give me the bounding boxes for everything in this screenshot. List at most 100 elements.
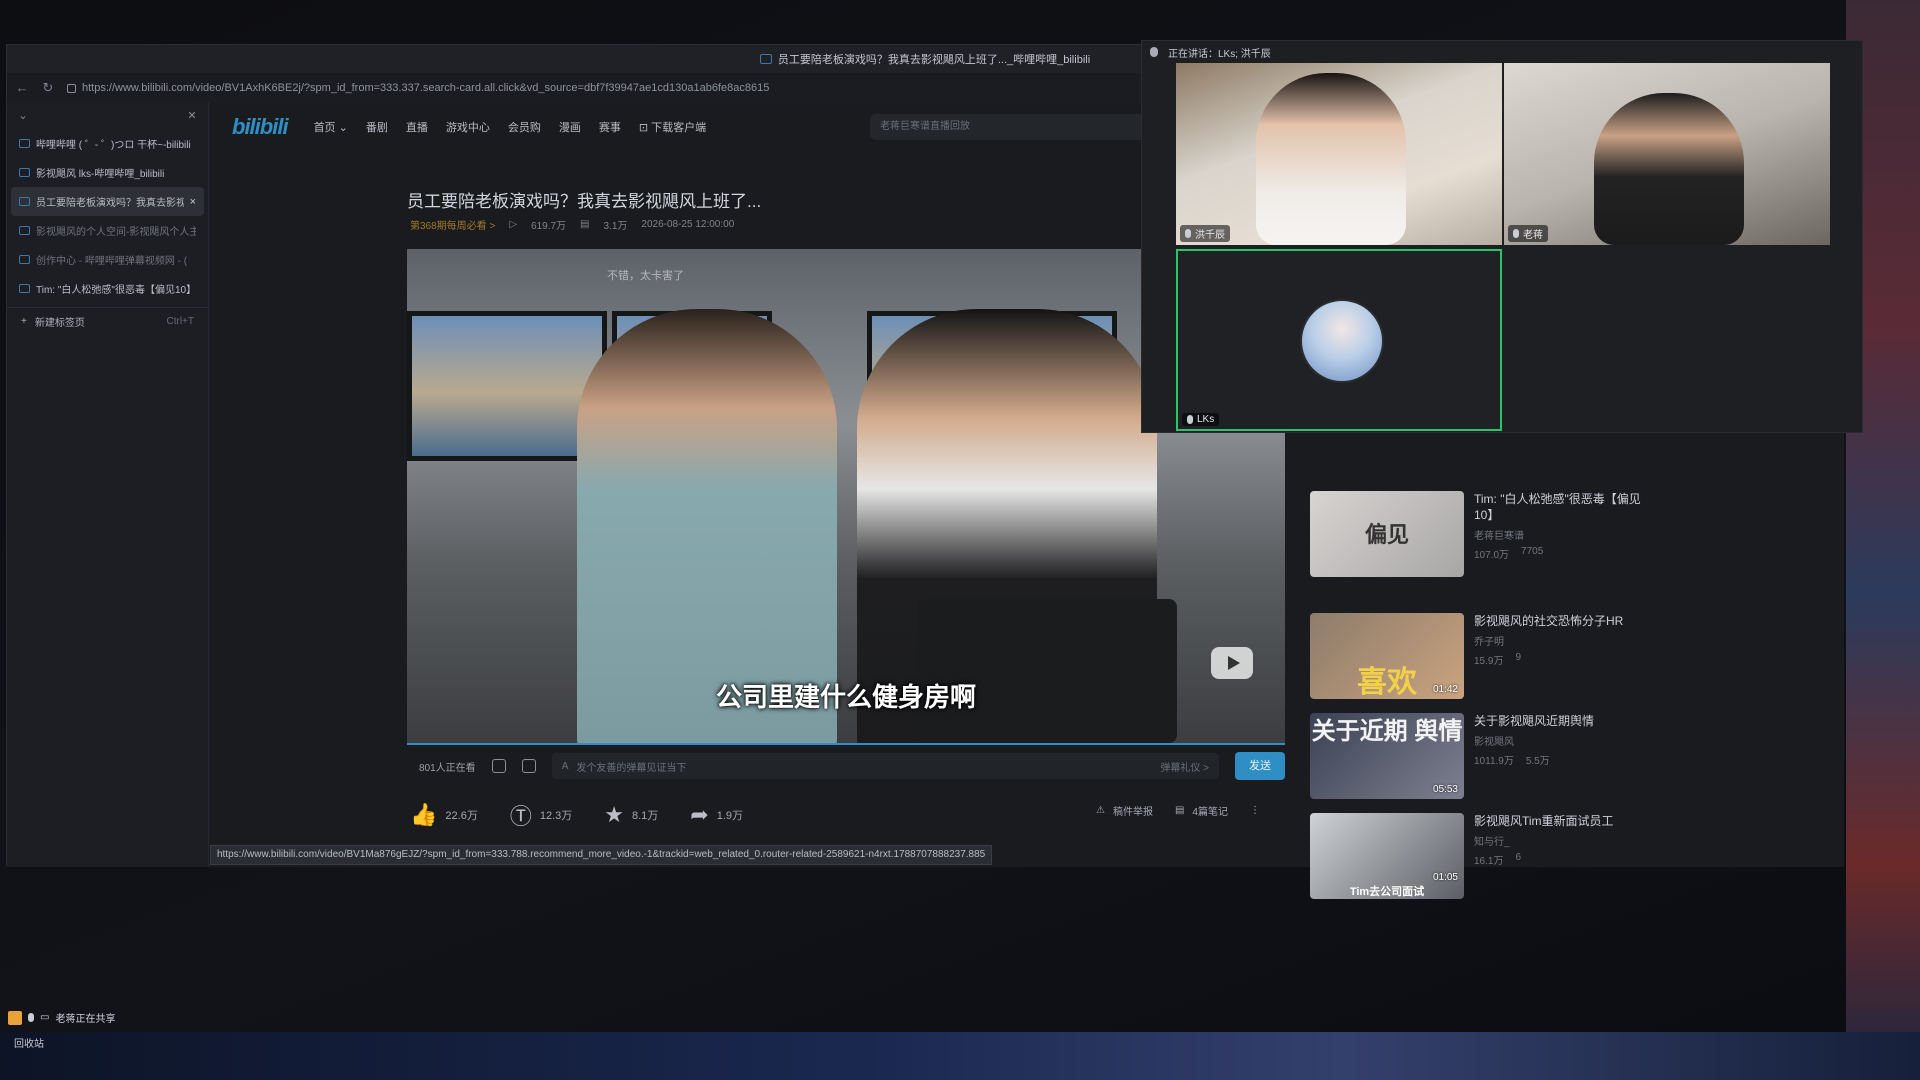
more-icon[interactable]: ⋮ — [1250, 805, 1260, 816]
microphone-icon — [28, 1013, 34, 1022]
fav-count: 8.1万 — [632, 810, 659, 822]
notes-button[interactable]: ▤ 4篇笔记 — [1175, 803, 1228, 818]
tab-label: 影视飓风 lks-哔哩哔哩_bilibili — [36, 169, 165, 180]
rec-thumbnail[interactable]: Tim去公司面试 01:05 — [1310, 813, 1464, 899]
font-a-icon[interactable]: A — [562, 761, 569, 772]
tab-label: 创作中心 - 哔哩哔哩弹幕视频网 - ( — [36, 256, 188, 267]
tv-icon — [19, 226, 30, 235]
danmu-message: 不错，太卡害了 — [607, 270, 684, 282]
rec-views: 107.0万 — [1474, 550, 1510, 561]
rec-item[interactable]: 喜欢 01:42 影视飓风的社交恐怖分子HR 乔子明 15.9万 9 — [1310, 613, 1644, 699]
like-button[interactable]: 👍 22.6万 — [410, 802, 478, 828]
rec-duration: 01:05 — [1432, 872, 1458, 883]
danmu-placeholder: 发个友善的弹幕见证当下 — [576, 762, 687, 774]
nav-live[interactable]: 直播 — [406, 119, 428, 135]
tab-item[interactable]: 创作中心 - 哔哩哔哩弹幕视频网 - ( — [11, 245, 204, 274]
participant-name: 洪千辰 — [1180, 225, 1230, 242]
rec-thumbnail[interactable]: 喜欢 01:42 — [1310, 613, 1464, 699]
laptop — [917, 599, 1177, 743]
participant-tile[interactable]: 老蒋 — [1504, 63, 1830, 245]
nav-mall[interactable]: 会员购 — [508, 119, 541, 135]
participant-name-text: 洪千辰 — [1195, 230, 1225, 241]
rec-item[interactable]: 偏见 Tim: "白人松弛感"很恶毒【偏见10】 老蒋巨寒谱 107.0万 770… — [1310, 491, 1644, 577]
coin-count: 12.3万 — [539, 810, 573, 822]
rec-thumbnail[interactable]: 偏见 — [1310, 491, 1464, 577]
rec-title[interactable]: 影视飓风Tim重新面试员工 — [1474, 813, 1644, 829]
participant-video — [1256, 73, 1406, 245]
close-tab-icon[interactable]: × — [190, 196, 196, 208]
rec-title[interactable]: 影视飓风的社交恐怖分子HR — [1474, 613, 1644, 629]
report-button[interactable]: ⚠ 稿件举报 — [1096, 803, 1153, 818]
url-field[interactable]: https://www.bilibili.com/video/BV1AxhK6B… — [67, 82, 769, 94]
report-label: 稿件举报 — [1112, 807, 1153, 818]
pin-icon[interactable]: ✕ — [186, 110, 198, 122]
speaking-indicator: 正在讲话：LKs; 洪千辰 — [1168, 48, 1271, 60]
favorite-button[interactable]: ★ 8.1万 — [604, 802, 658, 828]
rec-title[interactable]: Tim: "白人松弛感"很恶毒【偏见10】 — [1474, 491, 1644, 523]
recycle-bin-label[interactable]: 回收站 — [14, 1035, 44, 1050]
back-icon[interactable]: ← — [15, 81, 29, 95]
rec-uploader[interactable]: 知与行_ — [1474, 833, 1644, 848]
share-indicator[interactable]: ▭ 老蒋正在共享 — [8, 1010, 115, 1025]
nav-anime[interactable]: 番剧 — [366, 119, 388, 135]
weekly-tag[interactable]: 第368期每周必看 > — [410, 217, 495, 232]
rec-uploader[interactable]: 影视飓风 — [1474, 733, 1644, 748]
tab-label: 哔哩哔哩 ( ゜- ゜)つロ 干杯~-bilibili — [36, 140, 191, 151]
refresh-icon[interactable]: ↻ — [41, 81, 55, 95]
url-text[interactable]: https://www.bilibili.com/video/BV1AxhK6B… — [82, 82, 769, 94]
tab-item-active[interactable]: 员工要陪老板演戏吗？我真去影视 × — [11, 187, 204, 216]
rec-uploader[interactable]: 乔子明 — [1474, 633, 1644, 648]
bilibili-logo[interactable]: bilibili — [232, 114, 289, 140]
notes-label: 4篇笔记 — [1192, 807, 1228, 818]
nav-games[interactable]: 游戏中心 — [446, 119, 490, 135]
user-icon — [8, 1010, 22, 1025]
action-bar-right: ⚠ 稿件举报 ▤ 4篇笔记 ⋮ — [1096, 803, 1260, 818]
rec-title[interactable]: 关于影视飓风近期舆情 — [1474, 713, 1644, 729]
share-button[interactable]: ➦ 1.9万 — [690, 802, 743, 828]
participant-name-text: 老蒋 — [1523, 230, 1543, 241]
microphone-icon — [1150, 47, 1158, 57]
nav-esports[interactable]: 赛事 — [599, 119, 621, 135]
video-subtitle: 公司里建什么健身房啊 — [715, 682, 976, 712]
rec-uploader[interactable]: 老蒋巨寒谱 — [1474, 527, 1644, 542]
microphone-icon — [1187, 415, 1193, 424]
send-button[interactable]: 发送 — [1235, 752, 1285, 780]
nav-download[interactable]: ⊡ 下载客户端 — [639, 119, 706, 135]
danmu-etiquette-link[interactable]: 弹幕礼仪 > — [1160, 759, 1209, 774]
search-input[interactable]: 老蒋巨寒谱直播回放 — [870, 114, 1160, 140]
nav-download-label: 下载客户端 — [651, 122, 707, 134]
coin-button[interactable]: Ⓣ 12.3万 — [510, 799, 572, 831]
avatar — [1300, 299, 1384, 383]
chevron-down-icon[interactable]: ⌄ — [17, 110, 29, 122]
microphone-icon — [1513, 229, 1519, 238]
rec-thumbnail[interactable]: 关于近期 舆情 05:53 — [1310, 713, 1464, 799]
danmu-input[interactable]: A 发个友善的弹幕见证当下 弹幕礼仪 > — [551, 753, 1219, 779]
microphone-icon — [1185, 229, 1191, 238]
tab-item[interactable]: Tim: "白人松弛感"很恶毒【偏见10】 — [11, 274, 204, 303]
rec-item[interactable]: Tim去公司面试 01:05 影视飓风Tim重新面试员工 知与行_ 16.1万 6 — [1310, 813, 1644, 899]
participant-tile[interactable]: 洪千辰 — [1176, 63, 1502, 245]
progress-bar[interactable] — [407, 743, 1285, 745]
video-call-panel: 正在讲话：LKs; 洪千辰 洪千辰 老蒋 LKs — [1141, 40, 1863, 433]
nav-home[interactable]: 首页 ⌄ — [314, 119, 348, 135]
tab-item[interactable]: 哔哩哔哩 ( ゜- ゜)つロ 干杯~-bilibili — [11, 129, 204, 158]
wallpaper-bottom-strip — [0, 1032, 1920, 1080]
tab-item[interactable]: 影视飓风的个人空间-影视飓风个人主 — [11, 216, 204, 245]
share-arrow-icon: ➦ — [690, 802, 709, 827]
call-header: 正在讲话：LKs; 洪千辰 — [1142, 41, 1862, 63]
participant-name: LKs — [1182, 413, 1220, 426]
danmu-settings-icon[interactable] — [521, 759, 536, 773]
rec-danmaku: 7705 — [1521, 546, 1544, 557]
play-icon[interactable] — [1211, 647, 1253, 679]
tab-item[interactable]: 影视飓风 lks-哔哩哔哩_bilibili — [11, 158, 204, 187]
star-icon: ★ — [604, 802, 624, 827]
nav-manga[interactable]: 漫画 — [559, 119, 581, 135]
participant-tile-active[interactable]: LKs — [1176, 249, 1502, 431]
tv-icon — [19, 255, 30, 264]
danmu-toggle-icon[interactable] — [491, 759, 506, 773]
window-title: 员工要陪老板演戏吗？我真去影视飓风上班了..._哔哩哔哩_bilibili — [777, 54, 1091, 66]
rec-danmaku: 9 — [1515, 652, 1522, 663]
rec-item[interactable]: 关于近期 舆情 05:53 关于影视飓风近期舆情 影视飓风 1011.9万 5.5… — [1310, 713, 1644, 799]
new-tab-button[interactable]: + 新建标签页 Ctrl+T — [7, 307, 208, 335]
rec-duration: 05:53 — [1432, 784, 1458, 795]
